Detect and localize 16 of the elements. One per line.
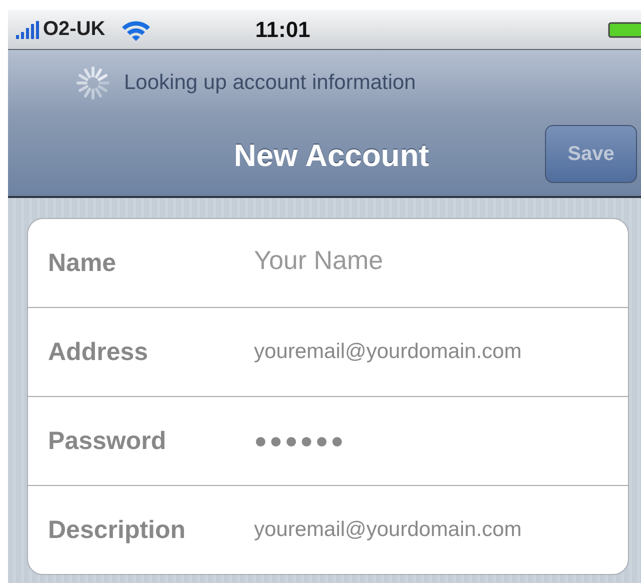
- status-message: Looking up account information: [124, 71, 416, 95]
- field-label: Description: [48, 516, 187, 544]
- field-label: Name: [48, 248, 118, 278]
- wifi-icon: [121, 18, 152, 40]
- battery-icon: [608, 22, 641, 38]
- field-label: Password: [48, 426, 168, 456]
- input-field[interactable]: Your Name: [254, 251, 620, 275]
- signal-icon: [16, 20, 40, 38]
- input-field[interactable]: ●●●●●●: [254, 428, 620, 454]
- spinner-icon: [76, 66, 110, 100]
- field-label: Address: [48, 338, 150, 366]
- input-field[interactable]: youremail@yourdomain.com: [254, 518, 620, 542]
- carrier-name: O2-UK: [43, 18, 106, 41]
- clock-time: 11:01: [255, 16, 310, 42]
- screen-title: New Account: [234, 138, 430, 174]
- input-field[interactable]: youremail@yourdomain.com: [254, 340, 620, 364]
